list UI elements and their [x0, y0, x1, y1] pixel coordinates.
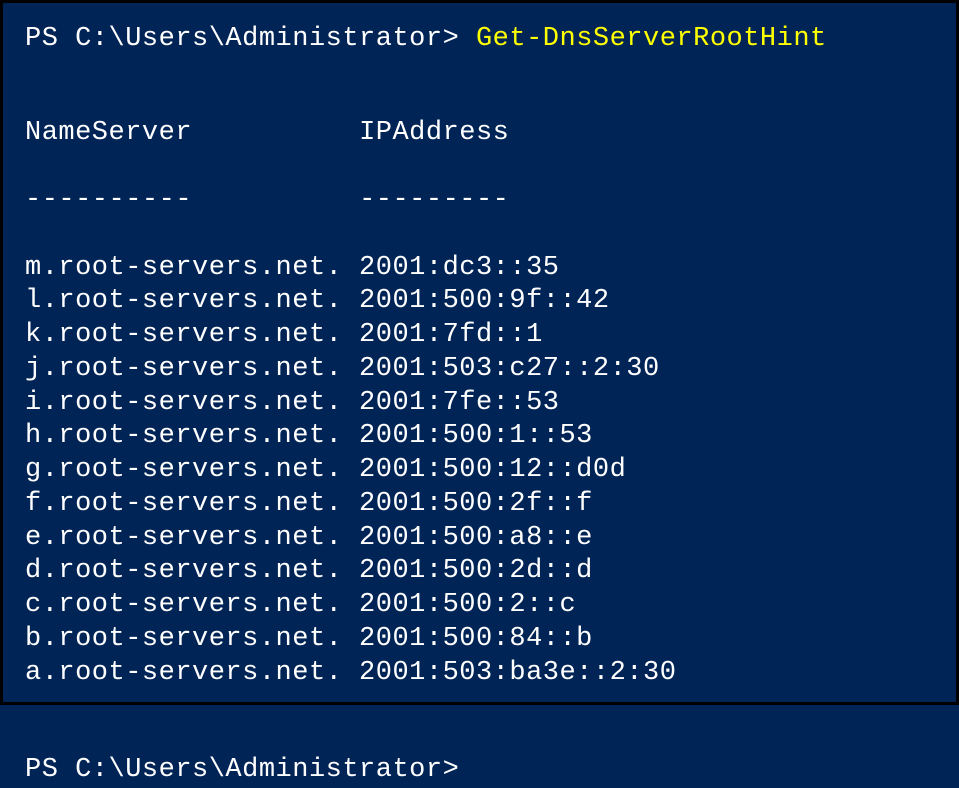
final-prompt-line[interactable]: PS C:\Users\Administrator>: [25, 754, 934, 788]
table-body: m.root-servers.net. 2001:dc3::35l.root-s…: [25, 252, 934, 691]
header-ipaddress: IPAddress: [359, 118, 509, 148]
table-row: j.root-servers.net. 2001:503:c27::2:30: [25, 353, 934, 387]
table-row: e.root-servers.net. 2001:500:a8::e: [25, 522, 934, 556]
table-row: d.root-servers.net. 2001:500:2d::d: [25, 555, 934, 589]
prompt-prefix: PS: [25, 24, 75, 54]
table-row: h.root-servers.net. 2001:500:1::53: [25, 420, 934, 454]
table-row: c.root-servers.net. 2001:500:2::c: [25, 589, 934, 623]
table-row: k.root-servers.net. 2001:7fd::1: [25, 319, 934, 353]
command-prompt-line: PS C:\Users\Administrator> Get-DnsServer…: [25, 23, 934, 57]
header-spacer: [192, 118, 359, 148]
table-divider-row: ---------- ---------: [25, 184, 934, 218]
divider-col1: ----------: [25, 185, 192, 215]
header-nameserver: NameServer: [25, 118, 192, 148]
table-row: a.root-servers.net. 2001:503:ba3e::2:30: [25, 657, 934, 691]
table-header-row: NameServer IPAddress: [25, 117, 934, 151]
output-table: NameServer IPAddress ---------- --------…: [25, 83, 934, 724]
final-prompt-prefix: PS: [25, 755, 75, 785]
table-row: b.root-servers.net. 2001:500:84::b: [25, 623, 934, 657]
table-row: g.root-servers.net. 2001:500:12::d0d: [25, 454, 934, 488]
divider-col2: ---------: [359, 185, 509, 215]
table-row: f.root-servers.net. 2001:500:2f::f: [25, 488, 934, 522]
divider-spacer: [192, 185, 359, 215]
prompt-path: C:\Users\Administrator>: [75, 24, 459, 54]
final-prompt-path: C:\Users\Administrator>: [75, 755, 459, 785]
table-row: i.root-servers.net. 2001:7fe::53: [25, 387, 934, 421]
table-row: l.root-servers.net. 2001:500:9f::42: [25, 285, 934, 319]
table-row: m.root-servers.net. 2001:dc3::35: [25, 252, 934, 286]
command-text: Get-DnsServerRootHint: [476, 24, 827, 54]
